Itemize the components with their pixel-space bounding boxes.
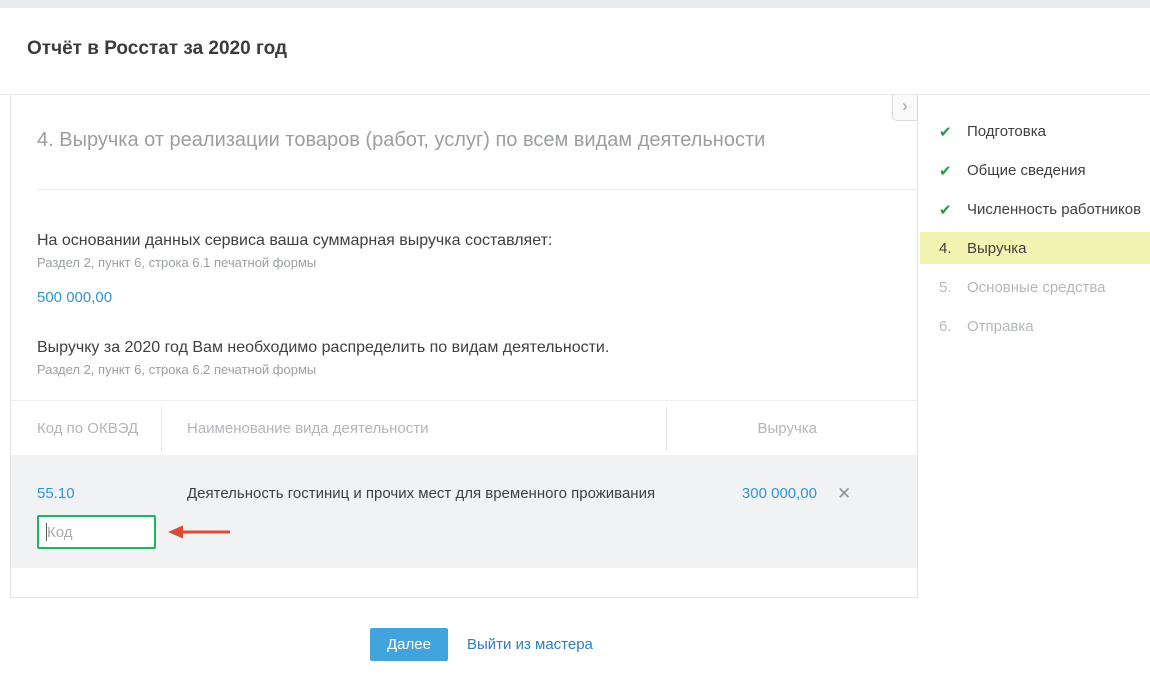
check-icon: ✔ — [939, 162, 952, 180]
row-revenue-value[interactable]: 300 000,00 — [667, 485, 817, 503]
text-caret — [46, 523, 47, 541]
wizard-step-1[interactable]: ✔ Подготовка — [920, 112, 1150, 151]
column-header-okved-code: Код по ОКВЭД — [37, 419, 139, 437]
chevron-right-icon: › — [902, 96, 908, 115]
column-separator — [161, 407, 162, 451]
section-divider — [37, 189, 917, 190]
total-revenue-value: 500 000,00 — [37, 289, 113, 306]
okved-code-input[interactable] — [37, 515, 156, 549]
table-row: 55.10 Деятельность гостиниц и прочих мес… — [11, 485, 917, 503]
new-row — [37, 515, 917, 549]
next-button[interactable]: Далее — [370, 628, 448, 661]
step-number: 5. — [939, 279, 952, 296]
collapse-panel-button[interactable]: › — [892, 95, 918, 121]
exit-wizard-link[interactable]: Выйти из мастера — [467, 636, 593, 653]
step-number: 6. — [939, 318, 952, 335]
row-okved-code[interactable]: 55.10 — [11, 485, 162, 503]
summary-hint: Раздел 2, пункт 6, строка 6.1 печатной ф… — [37, 255, 317, 270]
activities-table-body: 55.10 Деятельность гостиниц и прочих мес… — [11, 455, 917, 568]
column-separator — [666, 407, 667, 451]
row-activity-name: Деятельность гостиниц и прочих мест для … — [187, 485, 656, 502]
delete-row-button[interactable]: ✕ — [837, 485, 851, 503]
step-label: Выручка — [967, 239, 1027, 257]
distribute-hint: Раздел 2, пункт 6, строка 6.2 печатной ф… — [37, 362, 317, 377]
page-header: Отчёт в Росстат за 2020 год — [0, 8, 1150, 95]
wizard-step-6: 6. Отправка — [920, 307, 1150, 346]
wizard-step-2[interactable]: ✔ Общие сведения — [920, 151, 1150, 190]
wizard-steps-nav: ✔ Подготовка ✔ Общие сведения ✔ Численно… — [920, 112, 1150, 346]
check-icon: ✔ — [939, 123, 952, 141]
wizard-step-3[interactable]: ✔ Численность работников — [920, 190, 1150, 229]
table-header-row: Код по ОКВЭД Наименование вида деятельно… — [11, 400, 917, 455]
close-icon: ✕ — [837, 484, 852, 503]
arrow-left-icon — [168, 525, 230, 539]
step-label: Отправка — [967, 318, 1034, 335]
step-label: Основные средства — [967, 279, 1106, 296]
step-label: Подготовка — [967, 123, 1046, 140]
distribute-text: Выручку за 2020 год Вам необходимо распр… — [37, 339, 610, 356]
column-header-revenue: Выручка — [757, 419, 817, 437]
step-label: Общие сведения — [967, 162, 1086, 179]
step-number: 4. — [939, 239, 952, 257]
section-title: 4. Выручка от реализации товаров (работ,… — [37, 129, 766, 151]
check-icon: ✔ — [939, 201, 952, 219]
step-label: Численность работников — [967, 201, 1142, 218]
summary-text: На основании данных сервиса ваша суммарн… — [37, 232, 553, 249]
wizard-step-5: 5. Основные средства — [920, 268, 1150, 307]
wizard-step-4-current[interactable]: 4. Выручка — [920, 229, 1150, 268]
page-title: Отчёт в Росстат за 2020 год — [27, 38, 288, 59]
top-accent-bar — [0, 0, 1150, 8]
column-header-activity-name: Наименование вида деятельности — [187, 419, 429, 437]
wizard-content-panel: › 4. Выручка от реализации товаров (рабо… — [10, 95, 918, 598]
